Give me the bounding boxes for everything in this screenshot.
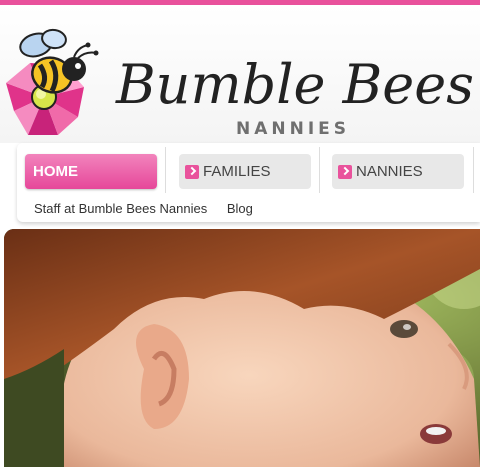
- hero-photo: [4, 229, 480, 467]
- nav-home-label: HOME: [33, 163, 78, 180]
- sub-navigation: Staff at Bumble Bees Nannies Blog: [34, 201, 269, 216]
- main-navigation: HOME FAMILIES NANNIES Staff at Bumble Be…: [17, 143, 480, 222]
- nav-nannies[interactable]: NANNIES: [332, 154, 464, 189]
- sub-link-staff[interactable]: Staff at Bumble Bees Nannies: [34, 201, 207, 216]
- brand-wordmark[interactable]: Bumble Bees: [112, 31, 480, 131]
- nav-home[interactable]: HOME: [25, 154, 157, 189]
- nav-divider: [473, 147, 474, 193]
- brand-subtitle: NANNIES: [236, 119, 351, 139]
- site-header: Bumble Bees NANNIES: [0, 5, 480, 143]
- brand-name: Bumble Bees: [115, 53, 474, 116]
- nav-families[interactable]: FAMILIES: [179, 154, 311, 189]
- child-portrait-image: [4, 229, 480, 467]
- nav-divider: [319, 147, 320, 193]
- nav-divider: [165, 147, 166, 193]
- bee-on-flower-icon[interactable]: [4, 17, 106, 137]
- nav-families-label: FAMILIES: [203, 163, 271, 180]
- nav-nannies-label: NANNIES: [356, 163, 423, 180]
- sub-link-blog[interactable]: Blog: [227, 201, 253, 216]
- chevron-right-icon: [338, 164, 352, 179]
- chevron-right-icon: [185, 164, 199, 179]
